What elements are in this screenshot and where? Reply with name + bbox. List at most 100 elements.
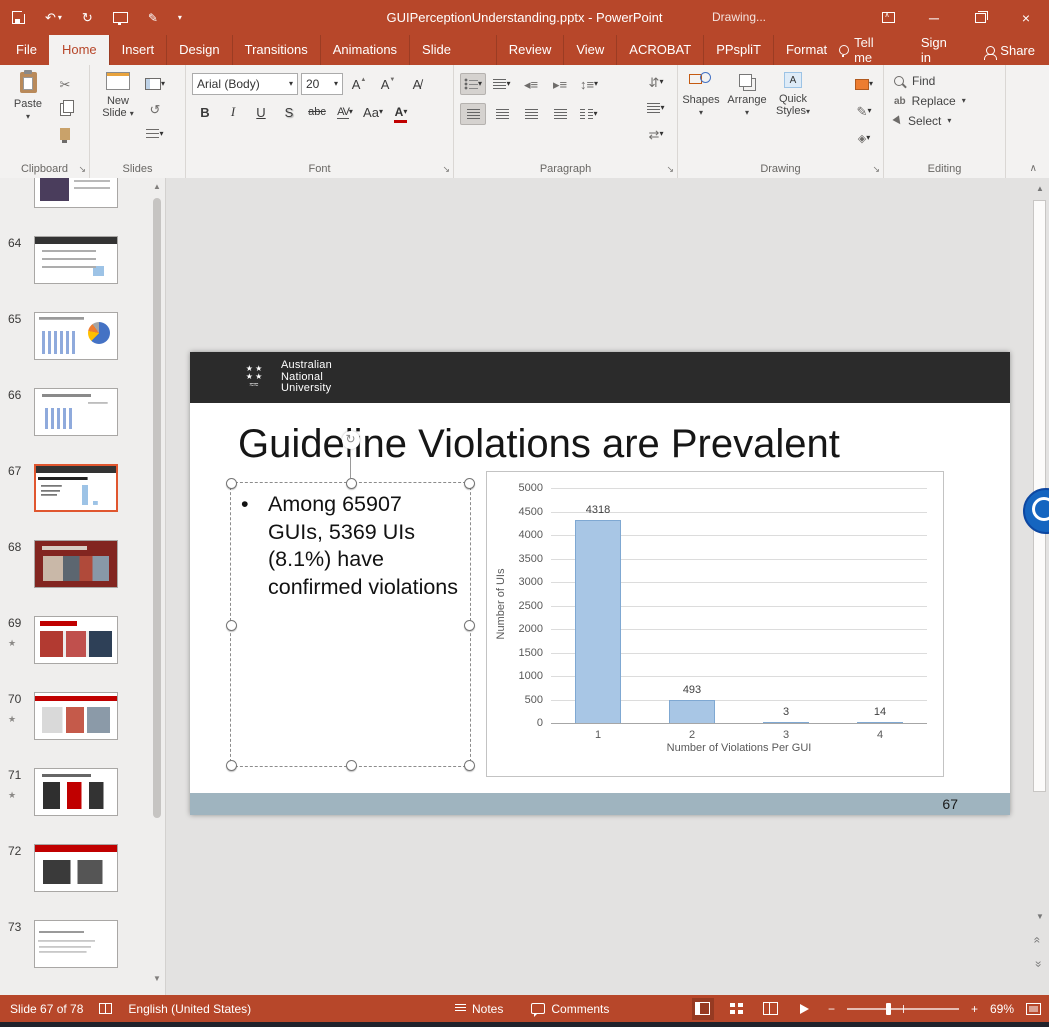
paste-button[interactable]: Paste▾: [4, 65, 52, 178]
thumbnail-scrollbar[interactable]: ▲ ▼: [150, 180, 164, 985]
zoom-in-button[interactable]: +: [971, 1002, 978, 1016]
align-right-button[interactable]: [518, 103, 544, 125]
shape-outline-button[interactable]: ✎▾: [851, 100, 877, 122]
columns-button[interactable]: ▾: [576, 103, 602, 125]
slide-thumbnail[interactable]: [34, 540, 118, 588]
strikethrough-button[interactable]: abc: [304, 101, 330, 123]
format-painter-button[interactable]: [52, 123, 78, 145]
resize-handle-n[interactable]: [346, 478, 357, 489]
resize-handle-e[interactable]: [464, 620, 475, 631]
resize-handle-sw[interactable]: [226, 760, 237, 771]
scroll-up-arrow-icon[interactable]: ▲: [1032, 184, 1048, 193]
tab-format[interactable]: Format: [773, 35, 839, 65]
new-slide-button[interactable]: New Slide ▾: [94, 65, 142, 178]
justify-button[interactable]: [547, 103, 573, 125]
select-button[interactable]: Select▾: [884, 111, 1005, 131]
chart-bar[interactable]: [763, 722, 809, 723]
change-case-button[interactable]: Aa▾: [360, 101, 386, 123]
comments-button[interactable]: Comments: [531, 1002, 609, 1016]
grow-font-button[interactable]: A▲: [346, 73, 372, 95]
spell-check-icon[interactable]: [99, 1003, 112, 1014]
convert-smartart-button[interactable]: ⇄▾: [643, 123, 669, 145]
slide-thumbnail[interactable]: [34, 692, 118, 740]
quick-styles-button[interactable]: A Quick Styles▾: [770, 65, 816, 178]
tab-file[interactable]: File: [4, 35, 49, 65]
restore-button[interactable]: [957, 0, 1003, 35]
tab-animations[interactable]: Animations: [320, 35, 409, 65]
floating-overlay-button[interactable]: [1023, 488, 1049, 534]
find-button[interactable]: Find: [884, 71, 1005, 91]
slide-thumbnail[interactable]: [34, 178, 118, 208]
selected-text-placeholder[interactable]: ↻ • Among 65907 GUIs, 5369 UIs (8.1%) ha…: [230, 482, 471, 767]
editor-scrollbar[interactable]: ▲ ▼ « «: [1032, 180, 1048, 993]
bar-chart[interactable]: Number of UIs Number of Violations Per G…: [486, 471, 944, 777]
tab-design[interactable]: Design: [166, 35, 231, 65]
tab-view[interactable]: View: [563, 35, 616, 65]
scroll-up-arrow-icon[interactable]: ▲: [150, 182, 164, 191]
font-color-button[interactable]: A▾: [388, 101, 414, 123]
cut-button[interactable]: ✂: [52, 73, 78, 95]
collapse-ribbon-button[interactable]: ∧: [1030, 163, 1037, 174]
slide-thumbnail[interactable]: [34, 312, 118, 360]
slide-thumbnail[interactable]: [34, 464, 118, 512]
scroll-down-arrow-icon[interactable]: ▼: [1032, 912, 1048, 921]
rotation-handle-icon[interactable]: ↻: [342, 431, 360, 449]
font-dialog-launcher[interactable]: ↘: [442, 165, 450, 174]
zoom-percentage[interactable]: 69%: [990, 1002, 1014, 1016]
shrink-font-button[interactable]: A▼: [375, 73, 401, 95]
slide-sorter-view-button[interactable]: [726, 998, 748, 1020]
decrease-indent-button[interactable]: ◂≡: [518, 73, 544, 95]
tab-review[interactable]: Review: [496, 35, 564, 65]
bold-button[interactable]: B: [192, 101, 218, 123]
tab-transitions[interactable]: Transitions: [232, 35, 320, 65]
resize-handle-w[interactable]: [226, 620, 237, 631]
underline-button[interactable]: U: [248, 101, 274, 123]
slide-thumbnail[interactable]: [34, 616, 118, 664]
zoom-out-button[interactable]: −: [828, 1002, 835, 1016]
slide-title[interactable]: Guideline Violations are Prevalent: [238, 422, 840, 467]
font-name-select[interactable]: Arial (Body)▾: [192, 73, 298, 95]
redo-button[interactable]: ↻: [82, 10, 93, 26]
customize-qat-button[interactable]: ▾: [178, 14, 182, 22]
undo-button[interactable]: ↶▾: [45, 10, 62, 26]
clear-formatting-button[interactable]: A̸: [404, 73, 430, 95]
slide-thumbnail[interactable]: [34, 920, 118, 968]
align-center-button[interactable]: [489, 103, 515, 125]
scrollbar-thumb[interactable]: [153, 198, 161, 818]
share-button[interactable]: Share: [986, 43, 1035, 58]
reading-view-button[interactable]: [760, 998, 782, 1020]
line-spacing-button[interactable]: ↕≡▾: [576, 73, 602, 95]
slide-thumbnail[interactable]: [34, 768, 118, 816]
slide-canvas[interactable]: ★ ★★ ★≈≈ Australian National University …: [190, 352, 1010, 815]
text-shadow-button[interactable]: S: [276, 101, 302, 123]
arrange-button[interactable]: Arrange▾: [724, 65, 770, 178]
tab-home[interactable]: Home: [49, 35, 109, 65]
reset-button[interactable]: ↺: [142, 98, 168, 120]
resize-handle-ne[interactable]: [464, 478, 475, 489]
increase-indent-button[interactable]: ▸≡: [547, 73, 573, 95]
zoom-slider[interactable]: [847, 1008, 959, 1010]
section-button[interactable]: ▾: [142, 123, 168, 145]
start-from-beginning-button[interactable]: [113, 12, 128, 23]
fit-slide-to-window-icon[interactable]: [1026, 1003, 1041, 1015]
tab-ppsplit[interactable]: PPspliT: [703, 35, 773, 65]
slide-thumbnail[interactable]: [34, 388, 118, 436]
copy-button[interactable]: [52, 98, 78, 120]
shapes-button[interactable]: Shapes▾: [678, 65, 724, 178]
minimize-button[interactable]: ─: [911, 0, 957, 35]
next-slide-button[interactable]: «: [1030, 961, 1044, 968]
notes-button[interactable]: Notes: [455, 1002, 503, 1016]
ribbon-display-options-button[interactable]: [865, 0, 911, 35]
sign-in-button[interactable]: Sign in: [921, 35, 960, 65]
close-button[interactable]: ×: [1003, 0, 1049, 35]
tab-acrobat[interactable]: ACROBAT: [616, 35, 703, 65]
tell-me-button[interactable]: Tell me: [839, 35, 895, 65]
scroll-down-arrow-icon[interactable]: ▼: [150, 974, 164, 983]
slide-thumbnail[interactable]: [34, 844, 118, 892]
chart-bar[interactable]: [857, 722, 903, 723]
save-button[interactable]: [12, 11, 25, 24]
tab-slide-show[interactable]: Slide Show: [409, 35, 496, 65]
resize-handle-s[interactable]: [346, 760, 357, 771]
layout-button[interactable]: ▾: [142, 73, 168, 95]
chart-bar[interactable]: [669, 700, 715, 723]
